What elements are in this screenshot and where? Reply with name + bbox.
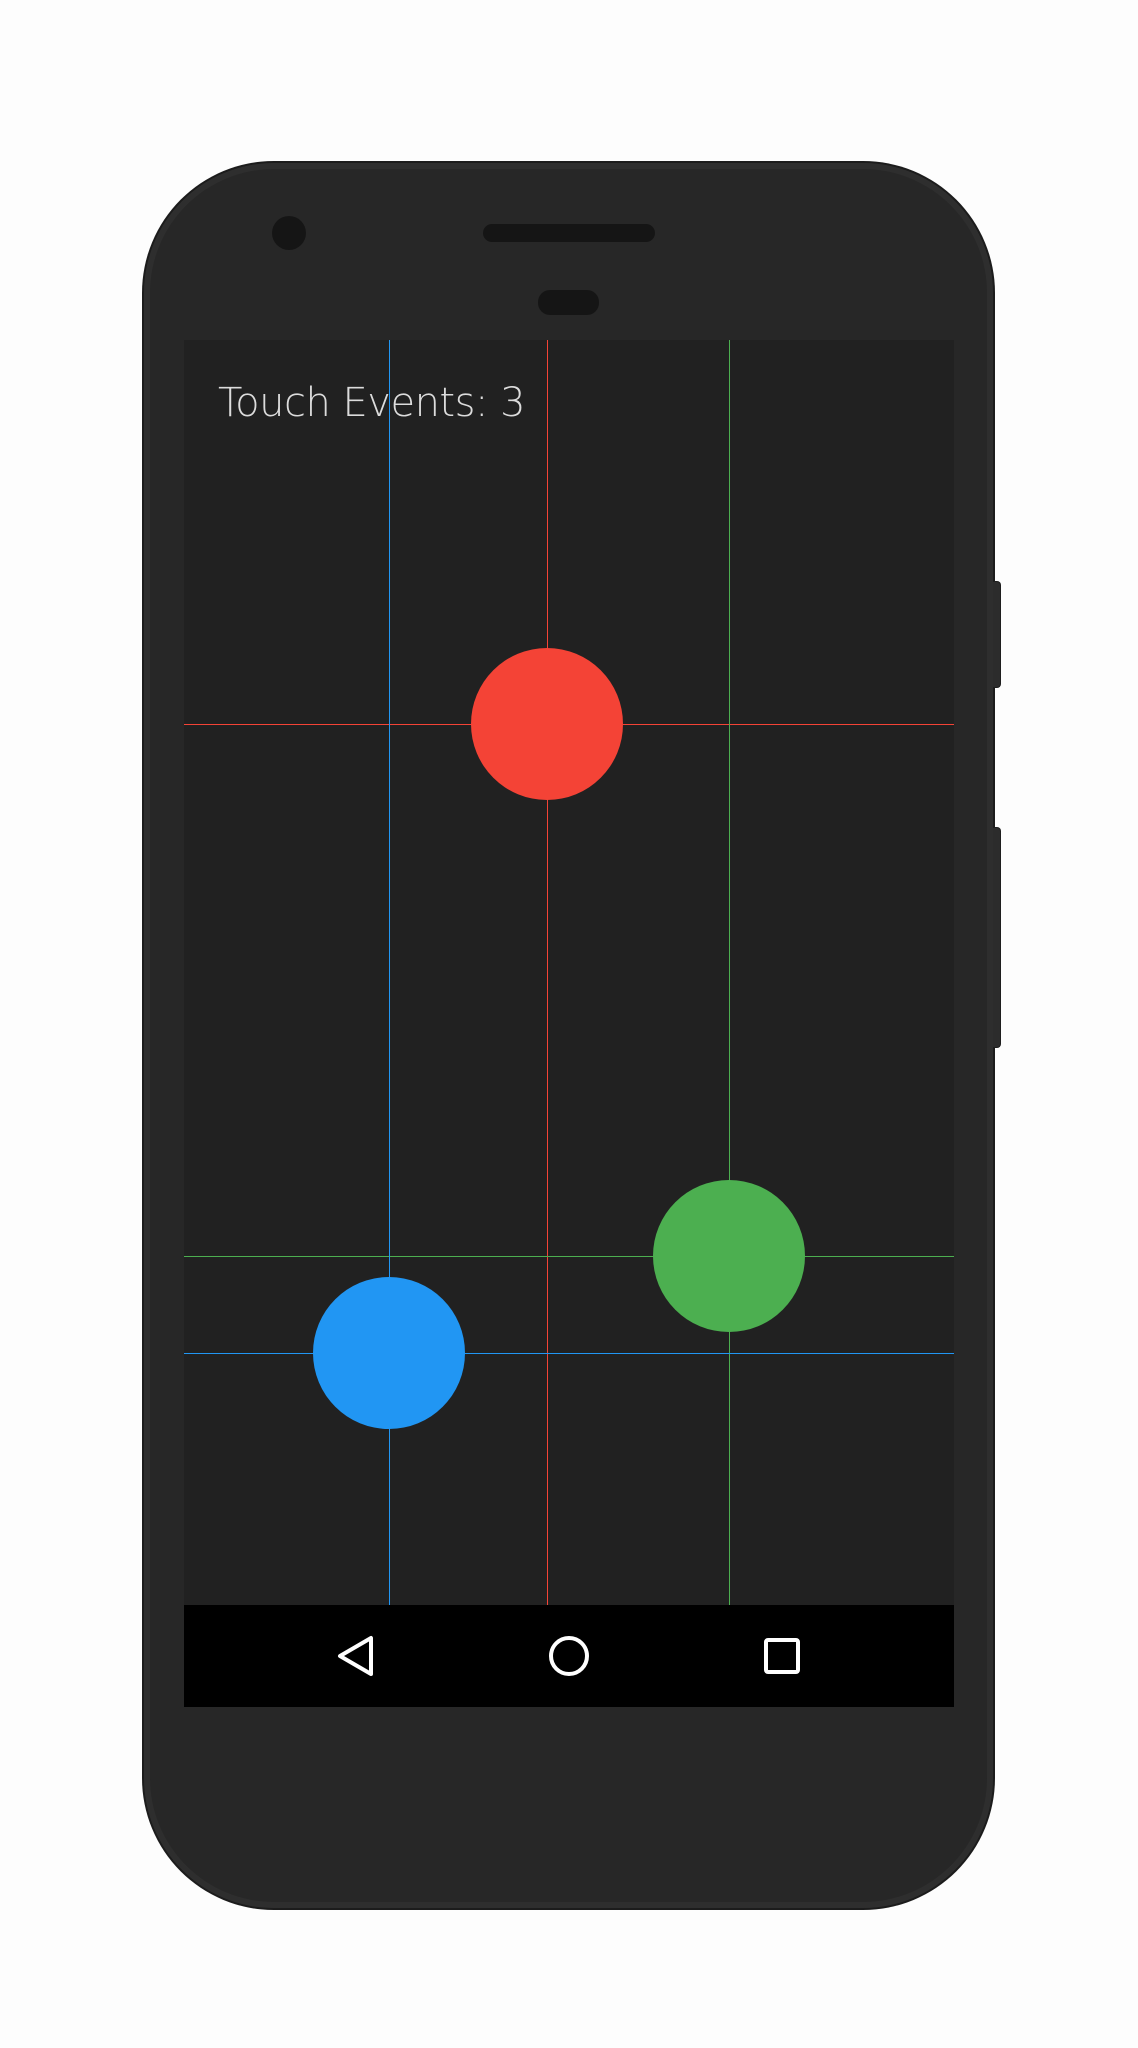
- earpiece-speaker: [483, 224, 655, 242]
- navigation-bar: [184, 1605, 954, 1707]
- recents-square-icon: [762, 1636, 802, 1676]
- touch-green-vertical-line: [729, 340, 730, 1606]
- touch-canvas[interactable]: Touch Events: 3: [184, 340, 954, 1606]
- front-camera: [272, 216, 306, 250]
- touch-point-green: [653, 1180, 805, 1332]
- touch-blue-horizontal-line: [184, 1353, 954, 1354]
- back-triangle-icon: [335, 1634, 375, 1678]
- touch-point-blue: [313, 1277, 465, 1429]
- back-button[interactable]: [295, 1605, 415, 1707]
- touch-events-counter: Touch Events: 3: [218, 380, 526, 426]
- home-button[interactable]: [509, 1605, 629, 1707]
- touch-green-horizontal-line: [184, 1256, 954, 1257]
- volume-button[interactable]: [993, 827, 1001, 1048]
- proximity-sensor: [538, 290, 599, 315]
- recents-button[interactable]: [722, 1605, 842, 1707]
- touch-point-red: [471, 648, 623, 800]
- touch-red-vertical-line: [547, 340, 548, 1606]
- power-button[interactable]: [993, 581, 1001, 688]
- home-circle-icon: [547, 1634, 591, 1678]
